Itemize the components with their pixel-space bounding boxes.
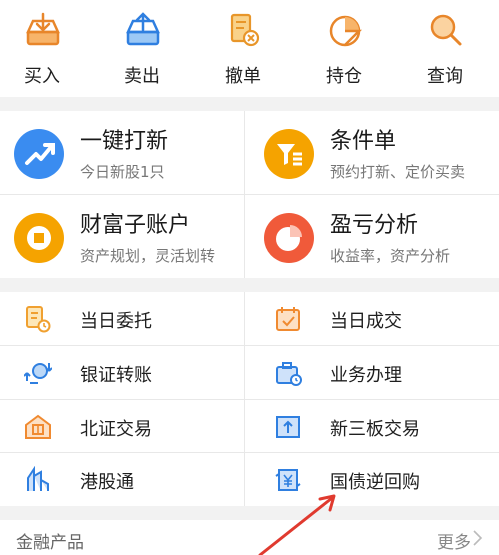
query-button[interactable]: 查询	[405, 10, 485, 90]
pie-chart-icon	[264, 213, 314, 263]
buy-button[interactable]: 买入	[2, 10, 82, 90]
bank-transfer-item[interactable]: 银证转账	[0, 346, 247, 399]
sell-tray-icon	[126, 12, 160, 46]
card-title: 盈亏分析	[330, 213, 419, 238]
grid-label: 业务办理	[330, 365, 402, 386]
treasury-repo-item[interactable]: 国债逆回购	[250, 453, 497, 506]
cancel-order-button[interactable]: 撤单	[203, 10, 283, 90]
grid-label: 当日成交	[330, 311, 402, 332]
sell-label: 卖出	[124, 66, 160, 87]
beijing-exchange-item[interactable]: 北证交易	[0, 400, 247, 453]
beijing-exchange-icon	[25, 414, 51, 439]
chevron-right-icon[interactable]	[471, 529, 485, 547]
card-title: 一键打新	[80, 129, 169, 154]
feature-cards: 一键打新 今日新股1只 条件单 预约打新、定价买卖 财富子账户 资产规划，灵活划…	[0, 111, 499, 278]
daily-deal-icon	[276, 307, 300, 331]
buy-label: 买入	[24, 66, 60, 87]
daily-orders-item[interactable]: 当日委托	[0, 292, 247, 345]
grid-label: 国债逆回购	[330, 472, 420, 493]
treasury-repo-icon	[275, 469, 301, 491]
financial-products-header: 金融产品 更多	[0, 520, 499, 555]
card-title: 条件单	[330, 129, 397, 154]
sell-button[interactable]: 卖出	[102, 10, 182, 90]
neeq-trade-item[interactable]: 新三板交易	[250, 400, 497, 453]
hk-connect-item[interactable]: 港股通	[0, 453, 247, 506]
search-icon	[430, 14, 462, 46]
daily-order-icon	[26, 306, 51, 333]
pnl-analysis-card[interactable]: 盈亏分析 收益率，资产分析	[250, 195, 497, 277]
card-subtitle: 预约打新、定价买卖	[330, 163, 466, 181]
query-label: 查询	[427, 66, 463, 87]
business-icon	[276, 362, 302, 386]
position-label: 持仓	[326, 66, 362, 87]
coin-icon	[14, 213, 64, 263]
wealth-sub-account-card[interactable]: 财富子账户 资产规划，灵活划转	[0, 195, 247, 277]
grid-label: 新三板交易	[330, 419, 420, 440]
grid-label: 银证转账	[80, 365, 152, 386]
card-title: 财富子账户	[80, 213, 191, 238]
funnel-list-icon	[264, 129, 314, 179]
bank-transfer-icon	[24, 363, 52, 384]
grid-label: 当日委托	[80, 311, 152, 332]
service-grid: 当日委托 当日成交 银证转账 业务办理 北证交易 新三板交易 港股通 国债逆回购	[0, 292, 499, 506]
hk-connect-icon	[27, 466, 49, 491]
position-pie-icon	[329, 15, 363, 47]
ipo-one-click-card[interactable]: 一键打新 今日新股1只	[0, 111, 247, 193]
rocket-chart-icon	[14, 129, 64, 179]
position-button[interactable]: 持仓	[304, 10, 384, 90]
cancel-order-label: 撤单	[225, 66, 261, 87]
card-subtitle: 收益率，资产分析	[330, 247, 451, 265]
card-subtitle: 资产规划，灵活划转	[80, 247, 216, 265]
daily-deals-item[interactable]: 当日成交	[250, 292, 497, 345]
business-handling-item[interactable]: 业务办理	[250, 346, 497, 399]
neeq-trade-icon	[276, 416, 300, 438]
more-link[interactable]: 更多	[437, 528, 471, 553]
card-subtitle: 今日新股1只	[80, 163, 165, 181]
conditional-order-card[interactable]: 条件单 预约打新、定价买卖	[250, 111, 497, 193]
cancel-order-icon	[230, 13, 260, 47]
grid-label: 北证交易	[80, 419, 152, 440]
section-title: 金融产品	[16, 533, 84, 553]
top-actions-bar: 买入 卖出 撤单 持仓 查询	[0, 0, 499, 97]
grid-label: 港股通	[80, 472, 134, 493]
buy-tray-icon	[26, 12, 60, 46]
